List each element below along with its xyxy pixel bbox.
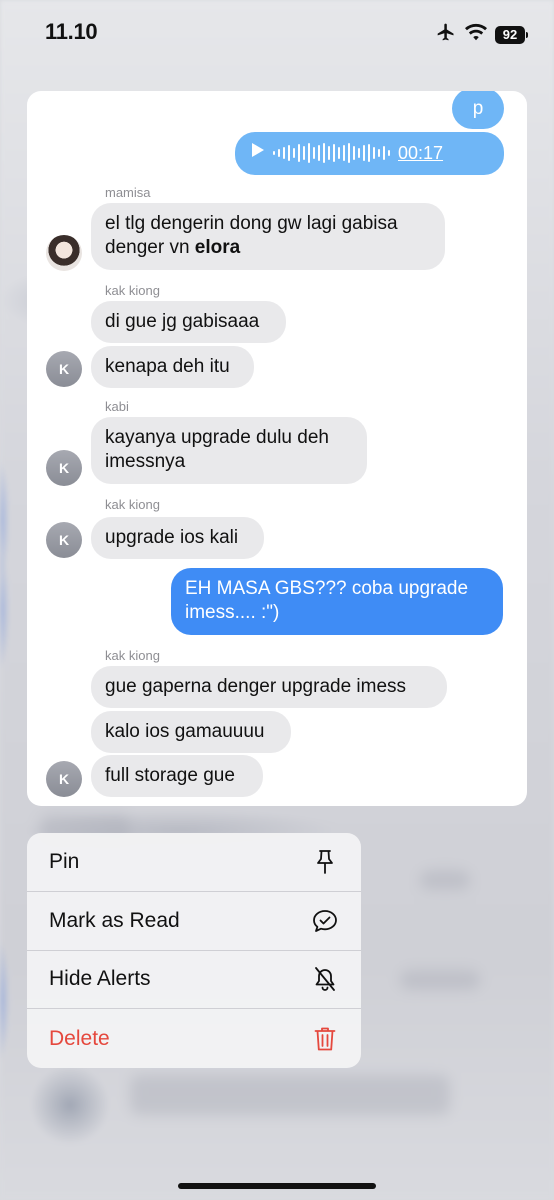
sender-name: kabi [105, 399, 129, 414]
avatar [46, 235, 82, 271]
avatar: K [46, 351, 82, 387]
message-text: di gue jg gabisaaa [105, 311, 260, 332]
message-text: upgrade ios kali [105, 527, 239, 548]
audio-duration: 00:17 [398, 143, 444, 163]
battery-icon: 92 [495, 25, 528, 44]
incoming-message: kenapa deh itu [91, 346, 254, 388]
audio-message[interactable]: 00:17 [235, 132, 504, 175]
message-text: el tlg dengerin dong gw lagi gabisa [105, 213, 398, 234]
avatar: K [46, 450, 82, 486]
incoming-message: upgrade ios kali [91, 517, 264, 559]
menu-item-pin[interactable]: Pin [27, 833, 361, 892]
message-text: p [472, 98, 484, 119]
outgoing-message: EH MASA GBS??? coba upgrade imess.... :"… [171, 568, 503, 635]
incoming-message: gue gaperna denger upgrade imess [91, 666, 447, 708]
menu-item-label: Hide Alerts [49, 967, 151, 991]
trash-icon [311, 1025, 339, 1053]
message-text: kayanya upgrade dulu deh [105, 427, 329, 448]
menu-item-delete[interactable]: Delete [27, 1009, 361, 1068]
airplane-icon [435, 22, 457, 47]
incoming-message: full storage gue [91, 755, 263, 797]
message-text-line2: denger vn elora [105, 237, 241, 258]
status-time: 11.10 [45, 19, 98, 44]
audio-waveform [273, 142, 390, 164]
context-menu: Pin Mark as Read Hide Alerts Delete [27, 833, 361, 1068]
conversation-preview[interactable]: p 00:17 mamisa el tlg dengerin dong gw l… [27, 91, 527, 806]
sender-name: mamisa [105, 185, 151, 200]
bell-slash-icon [311, 965, 339, 993]
message-text: EH MASA GBS??? coba upgrade [185, 578, 469, 599]
incoming-message: kalo ios gamauuuu [91, 711, 291, 753]
menu-item-hide-alerts[interactable]: Hide Alerts [27, 951, 361, 1010]
avatar: K [46, 522, 82, 558]
incoming-message: kayanya upgrade dulu deh imessnya [91, 417, 367, 484]
message-check-icon [311, 907, 339, 935]
menu-item-mark-as-read[interactable]: Mark as Read [27, 892, 361, 951]
incoming-message: di gue jg gabisaaa [91, 301, 286, 343]
menu-item-label: Pin [49, 849, 80, 873]
sender-name: kak kiong [105, 283, 160, 298]
play-icon[interactable] [251, 141, 265, 165]
message-text: full storage gue [105, 765, 235, 786]
message-text: kenapa deh itu [105, 356, 230, 377]
home-indicator[interactable] [178, 1183, 376, 1189]
outgoing-message-p: p [452, 91, 504, 129]
battery-level: 92 [495, 25, 525, 44]
message-text: gue gaperna denger upgrade imess [105, 676, 407, 697]
pin-icon [311, 848, 339, 876]
wifi-icon [465, 23, 487, 46]
message-text: kalo ios gamauuuu [105, 721, 265, 742]
sender-name: kak kiong [105, 648, 160, 663]
menu-item-label: Mark as Read [49, 908, 180, 932]
status-bar: 11.10 92 [0, 0, 554, 66]
sender-name: kak kiong [105, 497, 160, 512]
message-text-line2: imess.... :") [185, 602, 280, 623]
status-icons: 92 [435, 22, 528, 47]
avatar: K [46, 761, 82, 797]
menu-item-label: Delete [49, 1026, 110, 1050]
incoming-message: el tlg dengerin dong gw lagi gabisa deng… [91, 203, 445, 270]
message-text-line2: imessnya [105, 451, 186, 472]
